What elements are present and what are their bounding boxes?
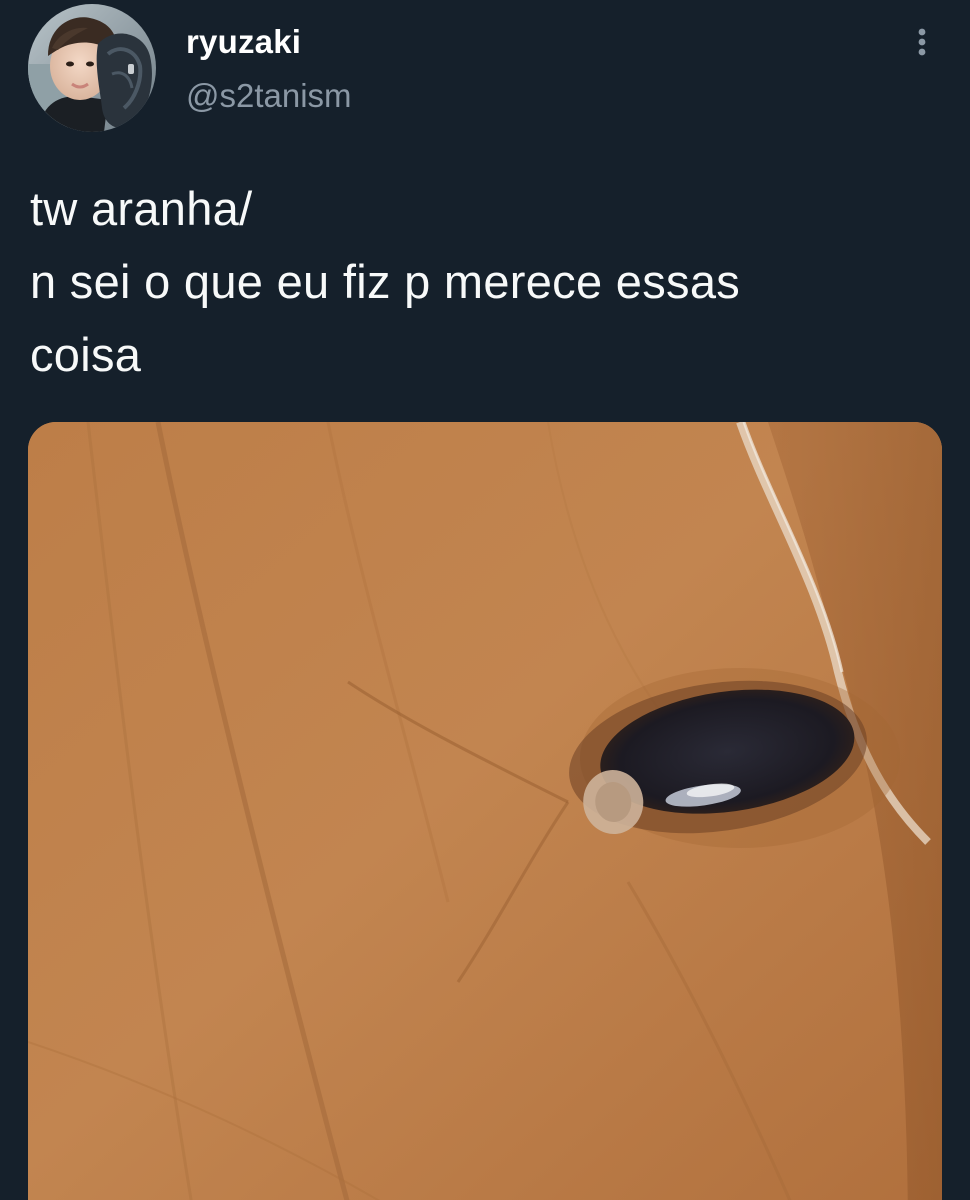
author-name-block: ryuzaki @s2tanism <box>186 22 352 116</box>
avatar-photo <box>28 4 156 132</box>
tweet-media-image[interactable] <box>28 422 942 1200</box>
tweet-screen: ryuzaki @s2tanism tw aranha/ n sei o que… <box>0 0 970 1200</box>
more-vertical-icon <box>918 28 926 56</box>
tweet-text-line: tw aranha/ <box>30 182 253 235</box>
wood-with-cockroach-photo <box>28 422 942 1200</box>
tweet-text-line: n sei o que eu fiz p merece essas <box>30 255 741 308</box>
tweet-header: ryuzaki @s2tanism <box>0 0 970 140</box>
author-display-name[interactable]: ryuzaki <box>186 22 352 62</box>
tweet-text: tw aranha/ n sei o que eu fiz p merece e… <box>30 172 940 391</box>
author-avatar[interactable] <box>28 4 156 132</box>
more-options-button[interactable] <box>902 20 942 64</box>
tweet-text-line: coisa <box>30 328 142 381</box>
author-handle[interactable]: @s2tanism <box>186 76 352 116</box>
